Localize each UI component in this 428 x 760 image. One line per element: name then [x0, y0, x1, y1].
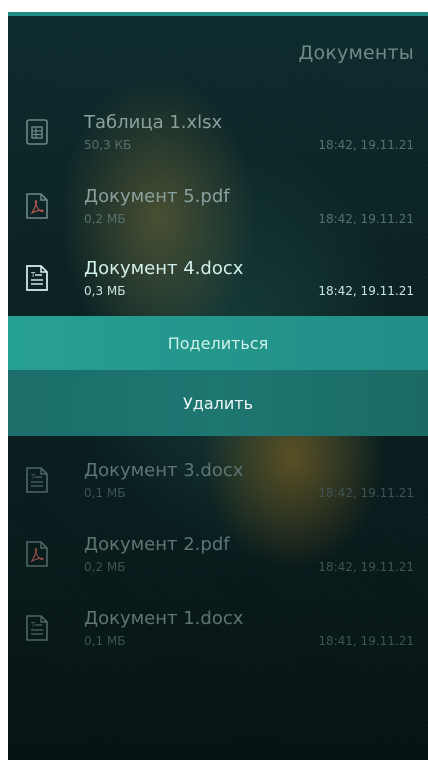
text-document-icon: T: [24, 264, 50, 292]
file-size: 0,1 МБ: [84, 634, 126, 648]
file-item-pdf-5[interactable]: Документ 5.pdf 0,2 МБ 18:42, 19.11.21: [8, 178, 428, 244]
file-name: Таблица 1.xlsx: [84, 112, 223, 133]
file-size: 0,2 МБ: [84, 560, 126, 574]
file-item-pdf-2[interactable]: Документ 2.pdf 0,2 МБ 18:42, 19.11.21: [8, 526, 428, 592]
file-date: 18:42, 19.11.21: [318, 560, 414, 574]
file-item-docx-3[interactable]: T Документ 3.docx 0,1 МБ 18:42, 19.11.21: [8, 452, 428, 518]
file-date: 18:42, 19.11.21: [318, 284, 414, 298]
file-size: 50,3 КБ: [84, 138, 132, 152]
delete-button-label: Удалить: [183, 393, 253, 413]
delete-button[interactable]: Удалить: [8, 370, 428, 436]
page-title: Документы: [298, 42, 414, 64]
app-screen: Документы Таблица 1.xlsx 50,3 КБ 18:42, …: [8, 12, 428, 760]
file-name: Документ 2.pdf: [84, 534, 230, 555]
text-document-icon: T: [24, 466, 50, 494]
share-button-label: Поделиться: [167, 333, 269, 353]
file-date: 18:42, 19.11.21: [318, 212, 414, 226]
file-name: Документ 3.docx: [84, 460, 244, 481]
share-button[interactable]: Поделиться: [8, 316, 428, 370]
file-size: 0,1 МБ: [84, 486, 126, 500]
text-document-icon: T: [24, 614, 50, 642]
file-item-docx-1[interactable]: T Документ 1.docx 0,1 МБ 18:41, 19.11.21: [8, 600, 428, 666]
spreadsheet-file-icon: [24, 118, 50, 146]
file-size: 0,3 МБ: [84, 284, 126, 298]
file-name: Документ 5.pdf: [84, 186, 230, 207]
file-size: 0,2 МБ: [84, 212, 126, 226]
file-date: 18:41, 19.11.21: [318, 634, 414, 648]
top-accent-bar: [8, 12, 428, 16]
pdf-file-icon: [24, 540, 50, 568]
file-name: Документ 4.docx: [84, 258, 244, 279]
file-date: 18:42, 19.11.21: [318, 486, 414, 500]
file-item-spreadsheet-1[interactable]: Таблица 1.xlsx 50,3 КБ 18:42, 19.11.21: [8, 104, 428, 170]
file-name: Документ 1.docx: [84, 608, 244, 629]
file-date: 18:42, 19.11.21: [318, 138, 414, 152]
pdf-file-icon: [24, 192, 50, 220]
file-item-docx-4[interactable]: T Документ 4.docx 0,3 МБ 18:42, 19.11.21: [8, 250, 428, 316]
